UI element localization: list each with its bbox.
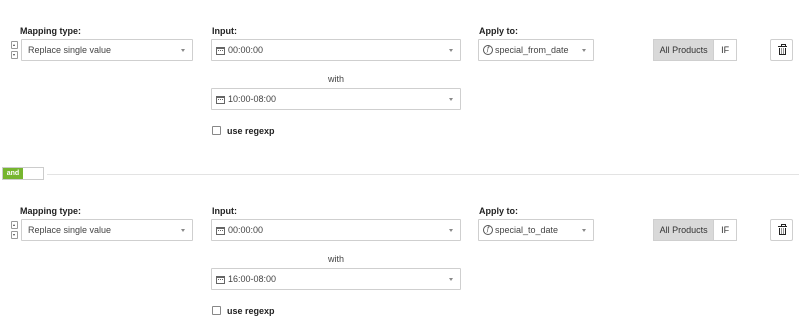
scope-all-products[interactable]: All Products bbox=[654, 220, 715, 240]
calendar-icon bbox=[216, 47, 225, 55]
calendar-icon bbox=[216, 276, 225, 284]
apply-to-label: Apply to: bbox=[479, 26, 518, 36]
apply-to-select[interactable]: f special_to_date bbox=[478, 219, 594, 241]
use-regexp-option[interactable]: use regexp bbox=[212, 126, 275, 136]
input-label: Input: bbox=[212, 26, 237, 36]
with-label: with bbox=[328, 254, 345, 264]
use-regexp-label: use regexp bbox=[227, 306, 275, 316]
mapping-type-label: Mapping type: bbox=[20, 206, 81, 216]
with-select[interactable]: 16:00-08:00 bbox=[211, 268, 461, 290]
chevron-down-icon bbox=[449, 229, 453, 232]
move-down-icon[interactable] bbox=[11, 231, 18, 239]
chevron-down-icon bbox=[181, 229, 185, 232]
scope-if[interactable]: IF bbox=[714, 40, 736, 60]
with-value: 16:00-08:00 bbox=[228, 274, 277, 284]
chevron-down-icon bbox=[582, 229, 586, 232]
scope-toggle[interactable]: All Products IF bbox=[653, 219, 737, 241]
move-down-icon[interactable] bbox=[11, 51, 18, 59]
chevron-down-icon bbox=[449, 98, 453, 101]
input-select[interactable]: 00:00:00 bbox=[211, 39, 461, 61]
apply-to-value: special_to_date bbox=[495, 225, 559, 235]
function-icon: f bbox=[483, 45, 493, 55]
input-select[interactable]: 00:00:00 bbox=[211, 219, 461, 241]
mapping-type-select[interactable]: Replace single value bbox=[21, 219, 193, 241]
calendar-icon bbox=[216, 227, 225, 235]
use-regexp-checkbox[interactable] bbox=[212, 126, 221, 136]
move-up-icon[interactable] bbox=[11, 41, 18, 49]
rule-divider bbox=[47, 174, 799, 175]
apply-to-value: special_from_date bbox=[495, 45, 569, 55]
scope-all-products[interactable]: All Products bbox=[654, 40, 715, 60]
reorder-stepper[interactable] bbox=[11, 41, 18, 59]
reorder-stepper[interactable] bbox=[11, 221, 18, 239]
trash-icon bbox=[779, 228, 786, 235]
mapping-type-value: Replace single value bbox=[28, 225, 112, 235]
and-label: and bbox=[3, 168, 23, 179]
chevron-down-icon bbox=[181, 49, 185, 52]
input-value: 00:00:00 bbox=[228, 45, 264, 55]
use-regexp-label: use regexp bbox=[227, 126, 275, 136]
and-toggle[interactable]: and bbox=[2, 167, 44, 180]
chevron-down-icon bbox=[449, 278, 453, 281]
mapping-type-value: Replace single value bbox=[28, 45, 112, 55]
chevron-down-icon bbox=[449, 49, 453, 52]
input-value: 00:00:00 bbox=[228, 225, 264, 235]
use-regexp-checkbox[interactable] bbox=[212, 306, 221, 316]
delete-rule-button[interactable] bbox=[770, 219, 793, 241]
input-label: Input: bbox=[212, 206, 237, 216]
scope-toggle[interactable]: All Products IF bbox=[653, 39, 737, 61]
function-icon: f bbox=[483, 225, 493, 235]
with-select[interactable]: 10:00-08:00 bbox=[211, 88, 461, 110]
use-regexp-option[interactable]: use regexp bbox=[212, 306, 275, 316]
apply-to-select[interactable]: f special_from_date bbox=[478, 39, 594, 61]
move-up-icon[interactable] bbox=[11, 221, 18, 229]
delete-rule-button[interactable] bbox=[770, 39, 793, 61]
mapping-type-label: Mapping type: bbox=[20, 26, 81, 36]
trash-icon bbox=[779, 48, 786, 55]
apply-to-label: Apply to: bbox=[479, 206, 518, 216]
scope-if[interactable]: IF bbox=[714, 220, 736, 240]
calendar-icon bbox=[216, 96, 225, 104]
with-value: 10:00-08:00 bbox=[228, 94, 277, 104]
with-label: with bbox=[328, 74, 345, 84]
mapping-type-select[interactable]: Replace single value bbox=[21, 39, 193, 61]
chevron-down-icon bbox=[582, 49, 586, 52]
